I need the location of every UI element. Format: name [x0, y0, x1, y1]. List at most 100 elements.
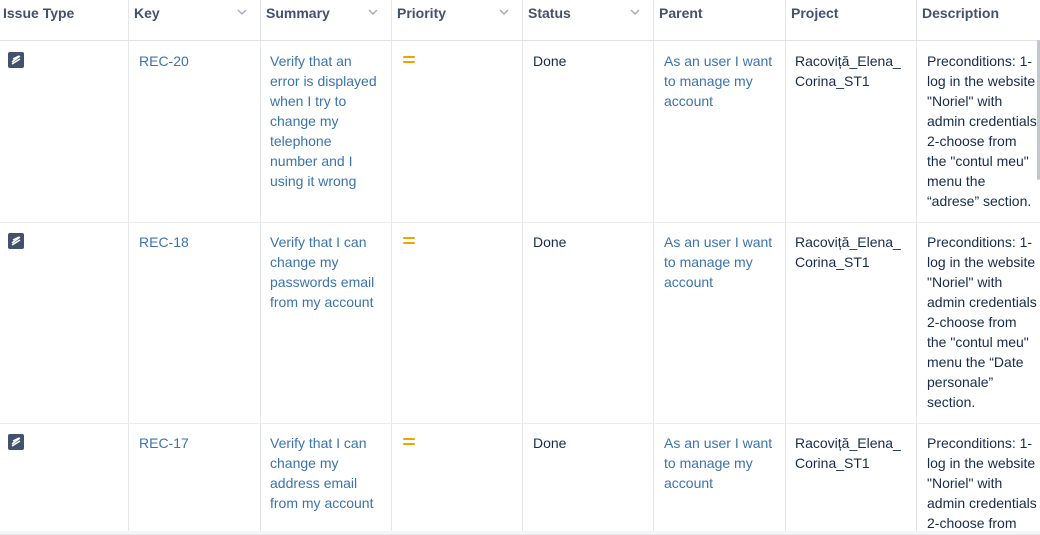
priority-medium-icon [403, 438, 415, 445]
description-text-line: log in the website [927, 455, 1036, 471]
description-text-line: "Noriel" with [927, 475, 1003, 491]
summary-link-line[interactable]: address email [270, 473, 373, 493]
issue-key-link[interactable]: REC-17 [139, 433, 189, 453]
description-text-line: personale” [927, 374, 994, 390]
column-header-issue-type[interactable]: Issue Type [0, 0, 128, 40]
project-text-line: Racoviță_Elena_ [795, 53, 901, 69]
status-text: Done [533, 234, 567, 250]
summary-link-line[interactable]: passwords email [270, 272, 374, 292]
summary-link-line[interactable]: change my [270, 111, 377, 131]
priority-medium-icon [403, 56, 415, 63]
summary-link-line[interactable]: Verify that I can [270, 433, 373, 453]
chevron-down-icon[interactable] [498, 6, 510, 18]
parent-link-line[interactable]: to manage my [664, 252, 772, 272]
column-header-label: Issue Type [3, 5, 75, 21]
description-text: Preconditions: 1- log in the website "Nori… [927, 433, 1037, 533]
description-text-line: “adrese” section. [927, 193, 1032, 209]
parent-link[interactable]: As an user I want to manage my account [664, 51, 772, 111]
column-header-summary[interactable]: Summary [260, 0, 391, 40]
description-text-line: log in the website [927, 73, 1036, 89]
project-text: Racoviță_Elena_ Corina_ST1 [795, 433, 901, 473]
parent-link-line[interactable]: As an user I want [664, 51, 772, 71]
description-text-line: log in the website [927, 254, 1036, 270]
description-text-line: admin credentials [927, 495, 1037, 511]
chevron-down-icon[interactable] [236, 6, 248, 18]
column-header-parent[interactable]: Parent [653, 0, 785, 40]
project-text-line: Corina_ST1 [795, 254, 870, 270]
status-text: Done [533, 435, 567, 451]
column-header-label: Description [922, 5, 1000, 21]
column-header-project[interactable]: Project [785, 0, 916, 40]
status-text: Done [533, 53, 567, 69]
summary-link[interactable]: Verify that an error is displayed when I t… [270, 51, 377, 191]
column-header-label: Parent [659, 5, 703, 21]
summary-link-line[interactable]: change my [270, 453, 373, 473]
description-text-line: menu the “Date [927, 354, 1024, 370]
table-row[interactable]: REC-20 Verify that an error is displayed wh… [0, 41, 1040, 223]
parent-link-line[interactable]: to manage my [664, 71, 772, 91]
issues-table: Issue Type Key Summary Priority Status Parent… [0, 0, 1040, 535]
table-row[interactable]: REC-18 Verify that I can change my password… [0, 222, 1040, 424]
parent-link-line[interactable]: account [664, 272, 772, 292]
description-text-line: Preconditions: 1- [927, 435, 1033, 451]
summary-link[interactable]: Verify that I can change my passwords emai… [270, 232, 374, 312]
description-text-line: admin credentials [927, 294, 1037, 310]
column-header-description[interactable]: Description [916, 0, 1040, 40]
parent-link-line[interactable]: account [664, 91, 772, 111]
table-row[interactable]: REC-17 Verify that I can change my address … [0, 423, 1040, 535]
summary-link-line[interactable]: using it wrong [270, 171, 377, 191]
parent-link-line[interactable]: As an user I want [664, 232, 772, 252]
story-icon [8, 233, 24, 249]
summary-link-line[interactable]: from my account [270, 493, 373, 513]
description-text-line: "Noriel" with [927, 274, 1003, 290]
issue-key-link[interactable]: REC-20 [139, 51, 189, 71]
parent-link-line[interactable]: to manage my [664, 453, 772, 473]
parent-link[interactable]: As an user I want to manage my account [664, 232, 772, 292]
description-text-line: "Noriel" with [927, 93, 1003, 109]
column-header-key[interactable]: Key [128, 0, 260, 40]
description-text-line: Preconditions: 1- [927, 53, 1033, 69]
parent-link-line[interactable]: As an user I want [664, 433, 772, 453]
column-header-status[interactable]: Status [522, 0, 653, 40]
summary-link[interactable]: Verify that I can change my address email f… [270, 433, 373, 513]
summary-link-line[interactable]: Verify that an [270, 51, 377, 71]
table-header: Issue Type Key Summary Priority Status Parent… [0, 0, 1040, 41]
summary-link-line[interactable]: change my [270, 252, 374, 272]
priority-medium-icon [403, 237, 415, 244]
chevron-down-icon[interactable] [629, 6, 641, 18]
description-text-line: Preconditions: 1- [927, 234, 1033, 250]
description-text: Preconditions: 1- log in the website "Nori… [927, 51, 1037, 211]
description-text-line: 2-choose from [927, 314, 1017, 330]
parent-link-line[interactable]: account [664, 473, 772, 493]
description-text-line: the "contul meu" [927, 334, 1029, 350]
project-text-line: Racoviță_Elena_ [795, 435, 901, 451]
description-text-line: 2-choose from [927, 133, 1017, 149]
summary-link-line[interactable]: number and I [270, 151, 377, 171]
story-icon [8, 434, 24, 450]
description-text-line: menu the [927, 173, 986, 189]
description-text-line: section. [927, 394, 976, 410]
parent-link[interactable]: As an user I want to manage my account [664, 433, 772, 493]
summary-link-line[interactable]: when I try to [270, 91, 377, 111]
project-text: Racoviță_Elena_ Corina_ST1 [795, 51, 901, 91]
column-header-label: Summary [266, 5, 330, 21]
summary-link-line[interactable]: error is displayed [270, 71, 377, 91]
column-header-label: Status [528, 5, 571, 21]
project-text-line: Corina_ST1 [795, 73, 870, 89]
summary-link-line[interactable]: telephone [270, 131, 377, 151]
description-text: Preconditions: 1- log in the website "Nori… [927, 232, 1037, 412]
project-text-line: Racoviță_Elena_ [795, 234, 901, 250]
summary-link-line[interactable]: Verify that I can [270, 232, 374, 252]
column-header-label: Key [134, 5, 160, 21]
column-header-priority[interactable]: Priority [391, 0, 522, 40]
project-text-line: Corina_ST1 [795, 455, 870, 471]
summary-link-line[interactable]: from my account [270, 292, 374, 312]
project-text: Racoviță_Elena_ Corina_ST1 [795, 232, 901, 272]
description-text-line: 2-choose from [927, 515, 1017, 531]
column-header-label: Project [791, 5, 839, 21]
story-icon [8, 52, 24, 68]
chevron-down-icon[interactable] [367, 6, 379, 18]
description-text-line: the "contul meu" [927, 153, 1029, 169]
column-header-label: Priority [397, 5, 447, 21]
issue-key-link[interactable]: REC-18 [139, 232, 189, 252]
